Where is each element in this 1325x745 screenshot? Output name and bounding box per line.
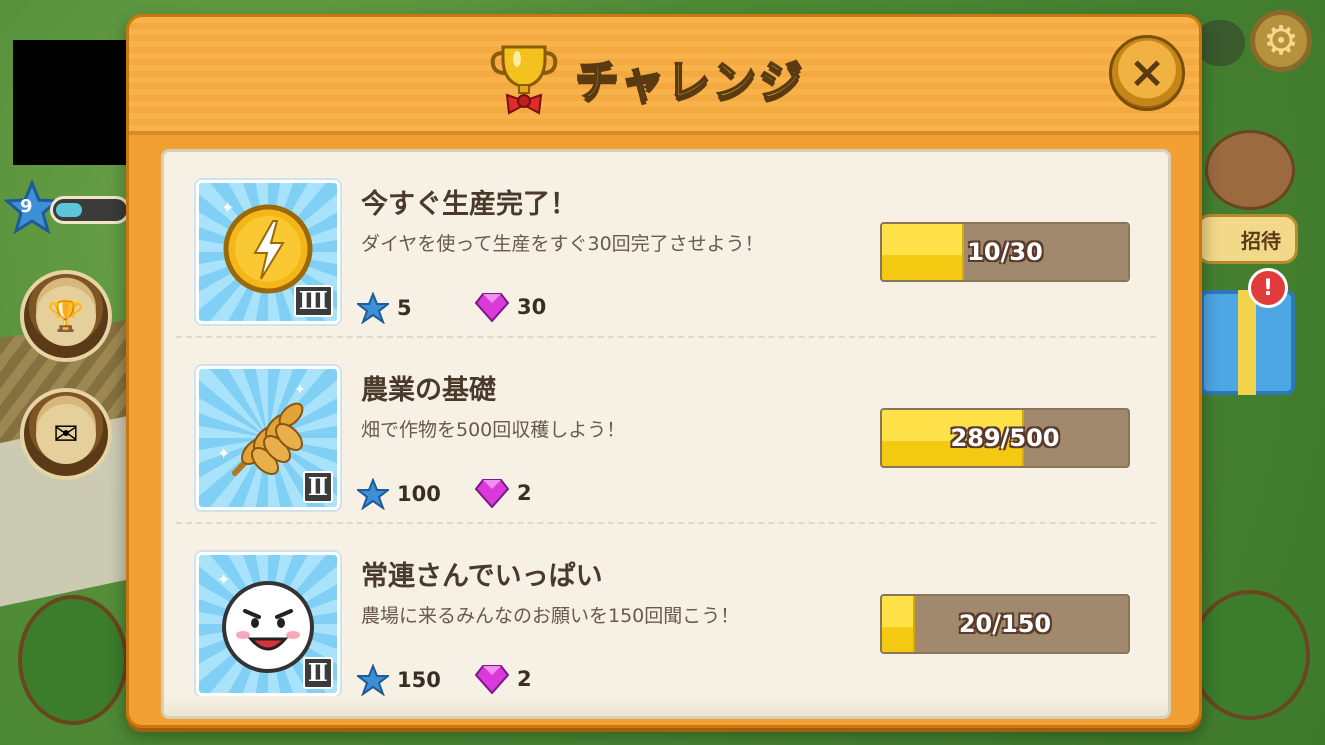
svg-text:✦: ✦ — [217, 570, 230, 589]
progress-bar: 10/30 — [880, 222, 1130, 282]
alert-badge: ! — [1248, 268, 1288, 308]
challenge-list[interactable]: ✦ ✦ Ⅲ 今すぐ生産完了！ ダイヤを使って生産をすぐ30回完了させよう！ 5 … — [161, 149, 1171, 719]
challenge-title: 今すぐ生産完了！ — [361, 189, 577, 220]
rank-badge: Ⅱ — [302, 471, 333, 503]
level-number: 9 — [20, 196, 33, 217]
gem-reward: 2 — [475, 664, 532, 694]
challenge-title: 常連さんでいっぱい — [361, 561, 603, 592]
star-reward: 150 — [357, 664, 441, 696]
trophy-icon: 🏆 — [36, 286, 96, 346]
close-icon: × — [1128, 47, 1166, 98]
challenge-image: ✦ ✦ Ⅲ — [196, 180, 340, 324]
purple-gem-icon — [475, 293, 509, 322]
svg-text:✦: ✦ — [294, 382, 306, 398]
challenge-item: ✦ ✦ Ⅲ 今すぐ生産完了！ ダイヤを使って生産をすぐ30回完了させよう！ 5 … — [164, 152, 1168, 338]
progress-text: 20/150 — [958, 610, 1052, 638]
settings-gear-button[interactable]: ⚙ — [1250, 10, 1312, 72]
blue-star-icon — [357, 478, 389, 510]
challenge-dialog: チャレンジ × ✦ ✦ Ⅲ 今すぐ生産完了！ ダイヤを使って生産をすぐ30回完了… — [126, 14, 1202, 728]
invite-label: 招待 — [1241, 228, 1281, 253]
gift-ribbon — [1238, 290, 1256, 395]
rank-badge: Ⅱ — [302, 657, 333, 689]
book-button[interactable] — [18, 595, 128, 725]
svg-text:✦: ✦ — [221, 198, 234, 217]
gem-reward: 30 — [475, 292, 546, 322]
progress-bar: 289/500 — [880, 408, 1130, 468]
gem-reward-value: 30 — [517, 295, 547, 319]
star-reward: 100 — [357, 478, 441, 510]
gold-trophy-icon — [489, 39, 559, 115]
challenge-description: ダイヤを使って生産をすぐ30回完了させよう！ — [361, 233, 764, 255]
bear-avatar — [1205, 130, 1295, 210]
blue-star-icon — [357, 292, 389, 324]
gear-icon: ⚙ — [1263, 18, 1299, 64]
gem-reward-value: 2 — [517, 667, 532, 691]
redacted-area — [13, 40, 128, 165]
purple-gem-icon — [475, 665, 509, 694]
currency-slot — [1195, 20, 1245, 66]
gem-reward-value: 2 — [517, 481, 532, 505]
challenge-side-button[interactable]: 🏆 — [20, 270, 112, 362]
star-reward: 5 — [357, 292, 412, 324]
challenge-description: 農場に来るみんなのお願いを150回聞こう！ — [361, 605, 740, 627]
purple-gem-icon — [475, 479, 509, 508]
star-reward-value: 100 — [397, 482, 441, 506]
star-reward-value: 5 — [397, 296, 412, 320]
mail-icon: ✉ — [36, 404, 96, 464]
challenge-image: ✦ ✦ Ⅱ — [196, 366, 340, 510]
challenge-description: 畑で作物を500回収穫しよう！ — [361, 419, 626, 441]
invite-button[interactable]: 招待 — [1196, 214, 1298, 264]
svg-text:✦: ✦ — [217, 444, 230, 463]
rank-badge: Ⅲ — [293, 285, 333, 317]
challenge-title: 農業の基礎 — [361, 375, 496, 406]
blue-star-icon — [357, 664, 389, 696]
close-button[interactable]: × — [1109, 35, 1185, 111]
challenge-item: ✦ Ⅱ 常連さんでいっぱい 農場に来るみんなのお願いを150回聞こう！ 150 … — [164, 524, 1168, 710]
dialog-header: チャレンジ × — [129, 17, 1199, 135]
mail-side-button[interactable]: ✉ — [20, 388, 112, 480]
dialog-title: チャレンジ — [574, 55, 805, 108]
dialog-title-group: チャレンジ — [489, 39, 805, 115]
shop-button[interactable] — [1190, 590, 1310, 720]
progress-text: 289/500 — [950, 424, 1060, 452]
challenge-image: ✦ Ⅱ — [196, 552, 340, 696]
progress-text: 10/30 — [967, 238, 1043, 266]
star-reward-value: 150 — [397, 668, 441, 692]
progress-bar: 20/150 — [880, 594, 1130, 654]
xp-bar-fill — [56, 203, 82, 217]
challenge-item: ✦ ✦ Ⅱ 農業の基礎 畑で作物を500回収穫しよう！ 100 2 289/50… — [164, 338, 1168, 524]
gem-reward: 2 — [475, 478, 532, 508]
